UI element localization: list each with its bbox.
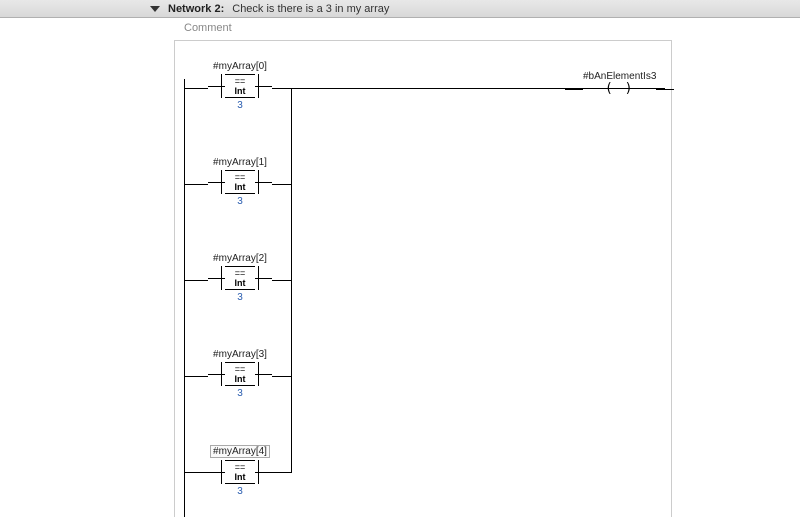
- compare-value: 3: [205, 486, 275, 497]
- rung-wire-right: [272, 472, 292, 473]
- compare-type: Int: [225, 472, 255, 482]
- output-coil[interactable]: #bAnElementIs3( ): [583, 71, 656, 94]
- compare-body: ==Int: [225, 460, 255, 484]
- rung-wire-right: [272, 376, 292, 377]
- comment-field[interactable]: Comment: [0, 18, 800, 38]
- network-description: Check is there is a 3 in my array: [232, 3, 389, 15]
- compare-value: 3: [205, 388, 275, 399]
- stub-right: [255, 182, 272, 183]
- compare-op: ==: [225, 364, 255, 374]
- compare-value: 3: [205, 100, 275, 111]
- stub-left: [208, 86, 225, 87]
- network-title: Network 2:: [168, 3, 224, 15]
- stub-left: [208, 182, 225, 183]
- rung-wire-right: [272, 184, 292, 185]
- compare-block[interactable]: #myArray[0] ==Int 3: [205, 61, 275, 111]
- compare-op: ==: [225, 462, 255, 472]
- stub-right: [255, 86, 272, 87]
- ladder-canvas[interactable]: #bAnElementIs3( )#myArray[0]==Int3#myArr…: [174, 40, 672, 517]
- compare-block[interactable]: #myArray[3] ==Int 3: [205, 349, 275, 399]
- compare-block[interactable]: #myArray[2] ==Int 3: [205, 253, 275, 303]
- compare-tag: #myArray[2]: [205, 253, 275, 264]
- rung-wire-right: [272, 88, 292, 89]
- stub-right: [255, 278, 272, 279]
- compare-body: ==Int: [225, 74, 255, 98]
- stub-left: [208, 374, 225, 375]
- power-rail-left: [184, 79, 185, 517]
- rung-wire-right: [272, 280, 292, 281]
- compare-block[interactable]: #myArray[4] ==Int 3: [205, 445, 275, 497]
- compare-op: ==: [225, 268, 255, 278]
- compare-body: ==Int: [225, 266, 255, 290]
- compare-value: 3: [205, 292, 275, 303]
- network-header[interactable]: Network 2: Check is there is a 3 in my a…: [0, 0, 800, 18]
- compare-op: ==: [225, 172, 255, 182]
- stub-right: [255, 374, 272, 375]
- compare-type: Int: [225, 86, 255, 96]
- compare-type: Int: [225, 182, 255, 192]
- compare-body: ==Int: [225, 362, 255, 386]
- compare-tag: #myArray[0]: [205, 61, 275, 72]
- comment-placeholder: Comment: [184, 22, 232, 34]
- compare-tag: #myArray[1]: [205, 157, 275, 168]
- compare-type: Int: [225, 374, 255, 384]
- compare-tag: #myArray[3]: [205, 349, 275, 360]
- compare-tag: #myArray[4]: [210, 445, 270, 458]
- compare-op: ==: [225, 76, 255, 86]
- stub-right: [255, 472, 272, 473]
- compare-value: 3: [205, 196, 275, 207]
- compare-block[interactable]: #myArray[1] ==Int 3: [205, 157, 275, 207]
- collapse-icon[interactable]: [150, 6, 160, 12]
- coil-symbol: ( ): [583, 84, 656, 94]
- stub-left: [208, 472, 225, 473]
- compare-type: Int: [225, 278, 255, 288]
- stub-left: [208, 278, 225, 279]
- compare-body: ==Int: [225, 170, 255, 194]
